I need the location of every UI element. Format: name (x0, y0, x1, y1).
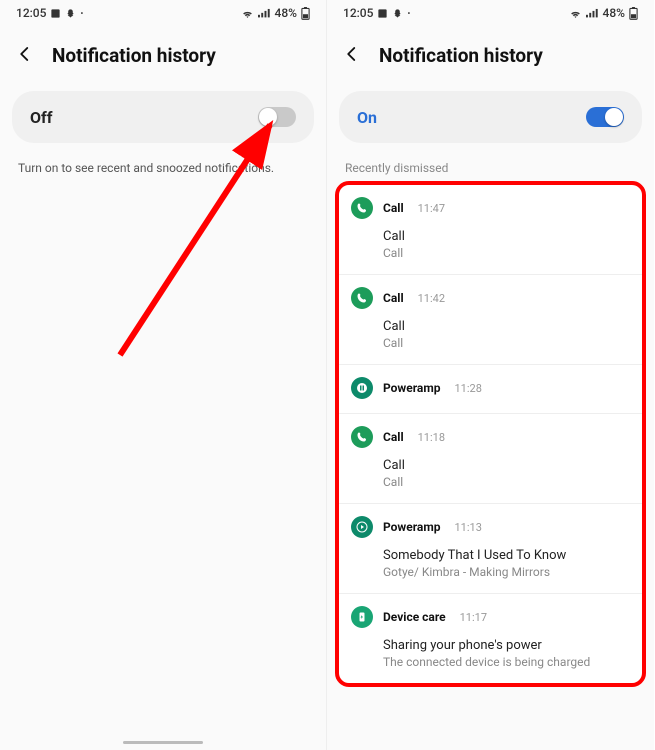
notification-item[interactable]: Poweramp 11:28 (339, 365, 642, 414)
app-name: Call (383, 201, 404, 215)
device-care-icon (351, 606, 373, 628)
app-name: Poweramp (383, 381, 441, 395)
status-battery: 48% (603, 6, 625, 20)
app-name: Call (383, 430, 404, 444)
notification-item[interactable]: Device care 11:17 Sharing your phone's p… (339, 594, 642, 683)
toggle-card: Off (12, 91, 314, 143)
page-title: Notification history (379, 44, 543, 67)
phone-icon (351, 287, 373, 309)
notification-title: Call (383, 319, 630, 334)
notification-list: Call 11:47 Call Call Call 11:42 Call (335, 181, 646, 687)
history-toggle[interactable] (586, 107, 624, 127)
status-battery: 48% (275, 6, 297, 20)
notification-subtitle: Call (383, 336, 630, 350)
gallery-icon (377, 8, 388, 19)
snapchat-icon (65, 8, 76, 19)
battery-icon (301, 7, 310, 20)
phone-right: 12:05 • 48% (327, 0, 654, 750)
status-dot: • (80, 9, 83, 18)
wifi-icon (569, 8, 582, 19)
snapchat-icon (392, 8, 403, 19)
toggle-label: On (357, 108, 377, 127)
battery-icon (629, 7, 638, 20)
page-title: Notification history (52, 44, 216, 67)
back-icon[interactable] (343, 45, 361, 67)
notification-subtitle: Call (383, 246, 630, 260)
toggle-card: On (339, 91, 642, 143)
header: Notification history (0, 26, 326, 85)
notification-time: 11:47 (418, 202, 445, 215)
app-name: Call (383, 291, 404, 305)
history-toggle[interactable] (258, 107, 296, 127)
notification-item[interactable]: Call 11:42 Call Call (339, 275, 642, 365)
notification-time: 11:18 (418, 431, 445, 444)
app-name: Poweramp (383, 520, 441, 534)
back-icon[interactable] (16, 45, 34, 67)
phone-icon (351, 197, 373, 219)
helper-text: Turn on to see recent and snoozed notifi… (0, 149, 326, 187)
notification-time: 11:42 (418, 292, 445, 305)
notification-subtitle: Gotye/ Kimbra - Making Mirrors (383, 565, 630, 579)
status-time: 12:05 (16, 6, 46, 20)
notification-subtitle: The connected device is being charged (383, 655, 630, 669)
toggle-label: Off (30, 108, 52, 127)
notification-title: Sharing your phone's power (383, 638, 630, 653)
home-indicator (123, 741, 203, 744)
phone-left: 12:05 • 48% (0, 0, 327, 750)
notification-title: Call (383, 458, 630, 473)
notification-title: Somebody That I Used To Know (383, 548, 630, 563)
notification-item[interactable]: Poweramp 11:13 Somebody That I Used To K… (339, 504, 642, 594)
status-bar: 12:05 • 48% (0, 0, 326, 26)
play-icon (351, 516, 373, 538)
notification-time: 11:28 (455, 382, 482, 395)
notification-item[interactable]: Call 11:47 Call Call (339, 185, 642, 275)
notification-subtitle: Call (383, 475, 630, 489)
notification-item[interactable]: Call 11:18 Call Call (339, 414, 642, 504)
phone-icon (351, 426, 373, 448)
status-bar: 12:05 • 48% (327, 0, 654, 26)
pause-icon (351, 377, 373, 399)
status-time: 12:05 (343, 6, 373, 20)
annotation-arrow (70, 105, 290, 385)
wifi-icon (241, 8, 254, 19)
signal-icon (258, 8, 271, 19)
signal-icon (586, 8, 599, 19)
gallery-icon (50, 8, 61, 19)
app-name: Device care (383, 610, 446, 624)
header: Notification history (327, 26, 654, 85)
notification-time: 11:17 (460, 611, 487, 624)
notification-time: 11:13 (455, 521, 482, 534)
status-dot: • (407, 9, 410, 18)
section-label: Recently dismissed (327, 149, 654, 181)
notification-title: Call (383, 229, 630, 244)
